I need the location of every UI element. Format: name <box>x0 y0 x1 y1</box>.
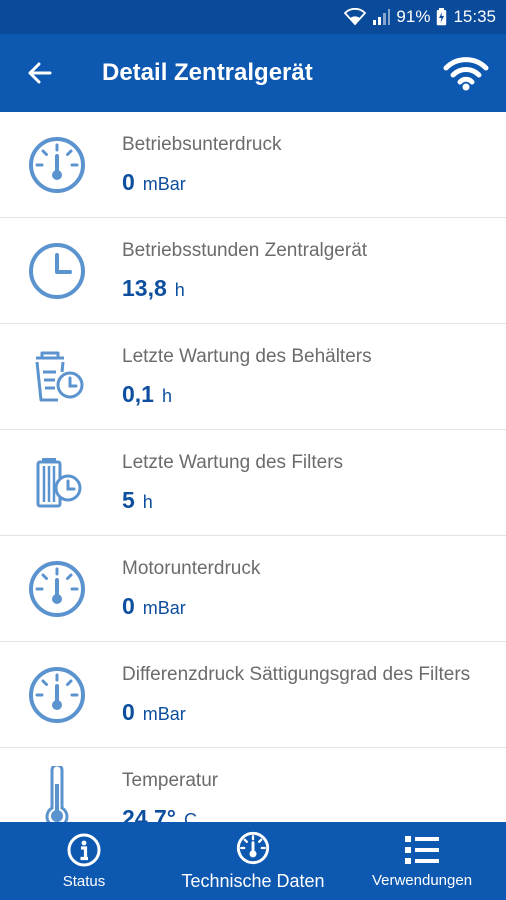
row-unit: mBar <box>142 598 186 618</box>
gauge-icon <box>26 134 88 196</box>
nav-label: Verwendungen <box>371 871 473 889</box>
clock-time: 15:35 <box>453 7 496 26</box>
list-item: Betriebsstunden Zentralgerät 13,8 h <box>0 218 506 324</box>
row-value: 13,8 <box>122 275 167 301</box>
nav-technische-daten[interactable]: Technische Daten <box>168 822 338 900</box>
row-value-line: 5h <box>122 487 153 514</box>
back-button[interactable] <box>0 34 78 112</box>
row-value: 0 <box>122 169 135 195</box>
row-label: Temperatur <box>122 770 219 791</box>
list-item: Motorunterdruck 0 mBar <box>0 536 506 642</box>
battery-percent: 91% <box>396 7 431 26</box>
list-item: Differenzdruck Sättigungsgrad des Filter… <box>0 642 506 748</box>
row-unit: h <box>174 280 185 300</box>
row-label: Betriebsstunden Zentralgerät <box>122 240 368 261</box>
clock-icon <box>26 240 88 302</box>
status-bar: 91% 15:35 <box>0 0 506 34</box>
row-label: Differenzdruck Sättigungsgrad des Filter… <box>122 664 471 685</box>
row-unit: h <box>142 492 153 512</box>
row-unit: h <box>161 386 172 406</box>
thermometer-icon <box>26 766 88 822</box>
info-icon <box>67 833 101 866</box>
row-value: 0 <box>122 593 135 619</box>
row-value: 5 <box>122 487 135 513</box>
nav-status[interactable]: Status <box>0 822 168 900</box>
list-item: Temperatur 24,7° C <box>0 748 506 822</box>
row-value-line: 13,8 h <box>122 275 185 302</box>
list-item: Betriebsunterdruck 0 mBar <box>0 112 506 218</box>
list-item: Letzte Wartung des Filters 5h <box>0 430 506 536</box>
row-unit: mBar <box>142 174 186 194</box>
row-label: Letzte Wartung des Filters <box>122 452 344 473</box>
row-value-line: 0 mBar <box>122 593 186 620</box>
filter-clock-icon <box>26 452 88 514</box>
row-value-line: 24,7° C <box>122 805 197 822</box>
row-unit: C <box>183 810 197 822</box>
row-value-line: 0,1 h <box>122 381 172 408</box>
row-value: 0,1 <box>122 381 154 407</box>
row-value-line: 0 mBar <box>122 169 186 196</box>
row-label: Motorunterdruck <box>122 558 261 579</box>
nav-verwendungen[interactable]: Verwendungen <box>338 822 506 900</box>
gauge-icon <box>236 831 270 864</box>
nav-label: Status <box>62 872 106 890</box>
gauge-icon <box>26 558 88 620</box>
wifi-status-icon <box>344 8 367 26</box>
app-bar: Detail Zentralgerät <box>0 34 506 112</box>
list-item: Letzte Wartung des Behälters 0,1 h <box>0 324 506 430</box>
nav-label: Technische Daten <box>181 870 325 891</box>
row-unit: mBar <box>142 704 186 724</box>
signal-icon <box>373 9 391 25</box>
row-label: Letzte Wartung des Behälters <box>122 346 372 367</box>
row-value-line: 0 mBar <box>122 699 186 726</box>
list-icon <box>405 835 439 864</box>
gauge-icon <box>26 664 88 726</box>
battery-icon <box>437 8 447 26</box>
container-clock-icon <box>26 346 88 408</box>
row-label: Betriebsunterdruck <box>122 134 282 155</box>
row-value: 24,7° <box>122 805 176 822</box>
wifi-button[interactable] <box>426 34 506 112</box>
page-title: Detail Zentralgerät <box>102 59 313 86</box>
row-value: 0 <box>122 699 135 725</box>
bottom-navigation: Status Technische Daten Verwendungen <box>0 822 506 900</box>
wifi-icon <box>443 57 489 91</box>
arrow-left-icon <box>28 62 52 84</box>
detail-list[interactable]: Betriebsunterdruck 0 mBar Betriebsstunden… <box>0 112 506 822</box>
